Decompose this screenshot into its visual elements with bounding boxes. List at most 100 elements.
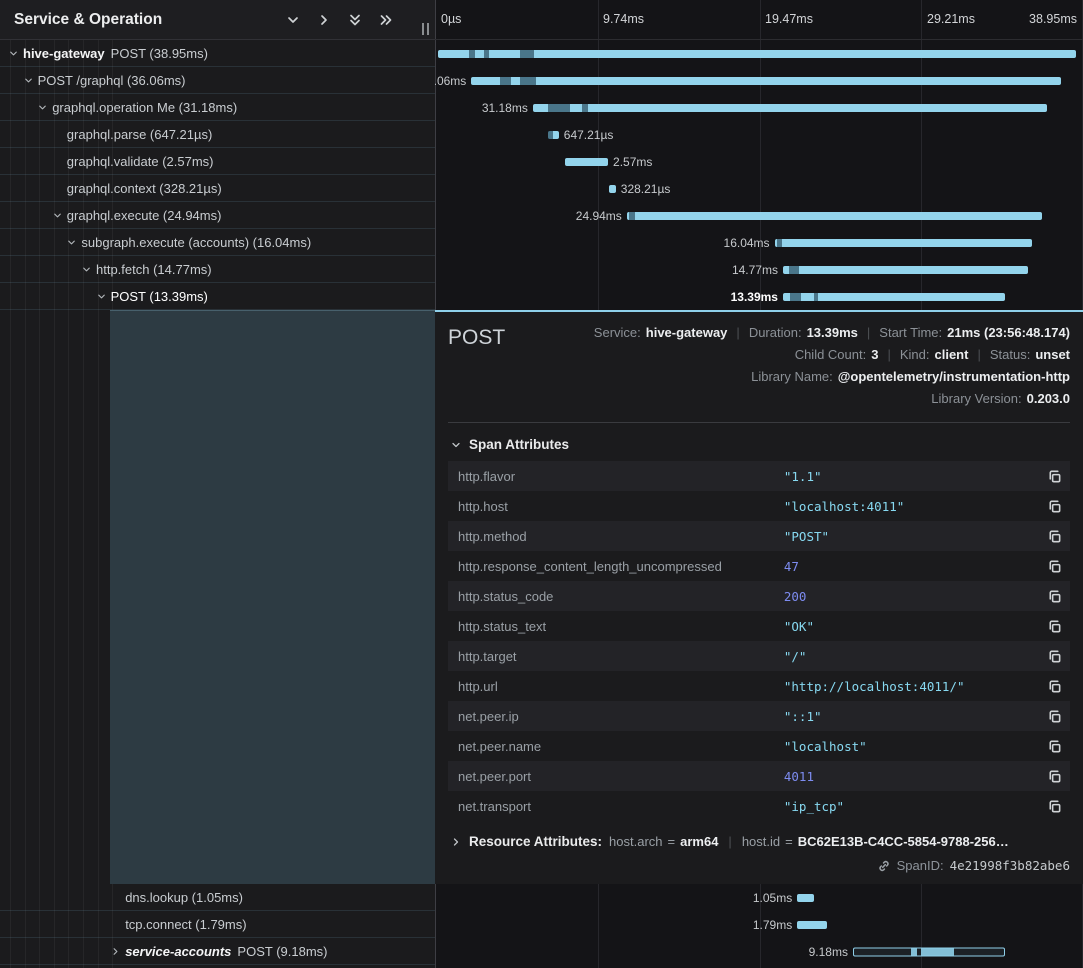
span-duration-bar[interactable]: [609, 185, 615, 193]
copy-icon[interactable]: [1038, 799, 1070, 814]
span-operation-label: POST /graphql (36.06ms): [38, 73, 186, 88]
span-row[interactable]: service-accountsPOST (9.18ms) 9.18ms: [0, 938, 1083, 965]
meta-label: Library Name:: [751, 366, 833, 388]
collapse-chevron-icon[interactable]: [66, 237, 81, 248]
span-row[interactable]: POST /graphql (36.06ms) 36.06ms: [0, 67, 1083, 94]
meta-label: Child Count:: [795, 344, 867, 366]
span-name-cell[interactable]: subgraph.execute (accounts) (16.04ms): [0, 229, 435, 256]
chevron-right-icon[interactable]: [315, 11, 333, 29]
ruler-tick-label: 19.47ms: [765, 12, 813, 26]
span-timeline-cell[interactable]: 13.39ms: [435, 283, 1083, 310]
span-row[interactable]: dns.lookup (1.05ms)1.05ms: [0, 884, 1083, 911]
copy-icon[interactable]: [1038, 619, 1070, 634]
span-name-cell[interactable]: graphql.context (328.21µs): [0, 175, 435, 202]
span-duration-bar[interactable]: [565, 158, 608, 166]
copy-icon[interactable]: [1038, 679, 1070, 694]
span-name-cell[interactable]: POST /graphql (36.06ms): [0, 67, 435, 94]
span-name-cell[interactable]: POST (13.39ms): [0, 283, 435, 310]
span-row[interactable]: graphql.operation Me (31.18ms)31.18ms: [0, 94, 1083, 121]
copy-icon[interactable]: [1038, 499, 1070, 514]
collapse-chevron-icon[interactable]: [81, 264, 96, 275]
bar-duration-label: 9.18ms: [809, 945, 853, 959]
copy-icon[interactable]: [1038, 589, 1070, 604]
collapse-chevron-icon[interactable]: [23, 75, 38, 86]
copy-icon[interactable]: [1038, 769, 1070, 784]
span-duration-bar[interactable]: [627, 212, 1042, 220]
span-timeline-cell[interactable]: 647.21µs: [435, 121, 1083, 148]
span-row[interactable]: POST (13.39ms)13.39ms: [0, 283, 1083, 310]
span-timeline-cell[interactable]: 328.21µs: [435, 175, 1083, 202]
span-timeline-cell[interactable]: 2.57ms: [435, 148, 1083, 175]
span-timeline-cell[interactable]: 31.18ms: [435, 94, 1083, 121]
span-duration-bar[interactable]: [548, 131, 559, 139]
copy-icon[interactable]: [1038, 739, 1070, 754]
double-chevron-down-icon[interactable]: [346, 11, 364, 29]
double-chevron-right-icon[interactable]: [377, 11, 395, 29]
span-attributes-toggle[interactable]: Span Attributes: [450, 437, 1070, 452]
span-service-name: service-accounts: [125, 944, 231, 959]
attribute-value: 200: [784, 589, 1038, 604]
span-timeline-cell[interactable]: 9.18ms: [435, 938, 1083, 965]
copy-icon[interactable]: [1038, 709, 1070, 724]
collapse-chevron-icon[interactable]: [8, 48, 23, 59]
span-row[interactable]: graphql.validate (2.57ms)2.57ms: [0, 148, 1083, 175]
span-row[interactable]: graphql.execute (24.94ms) 24.94ms: [0, 202, 1083, 229]
span-duration-bar[interactable]: [775, 239, 1033, 247]
bar-child-mark: [629, 212, 636, 220]
collapse-chevron-icon[interactable]: [52, 210, 67, 221]
attribute-value: 4011: [784, 769, 1038, 784]
header-icon-group: [284, 11, 395, 29]
span-duration-bar[interactable]: [797, 894, 814, 902]
span-duration-bar[interactable]: [797, 921, 827, 929]
span-row[interactable]: tcp.connect (1.79ms) 1.79ms: [0, 911, 1083, 938]
span-name-cell[interactable]: graphql.validate (2.57ms): [0, 148, 435, 175]
span-duration-bar[interactable]: [853, 947, 1005, 956]
bar-duration-label: 1.79ms: [753, 918, 797, 932]
span-duration-bar[interactable]: [471, 77, 1061, 85]
span-timeline-cell[interactable]: 14.77ms: [435, 256, 1083, 283]
copy-icon[interactable]: [1038, 649, 1070, 664]
resource-attributes-toggle[interactable]: Resource Attributes: host.arch=arm64host…: [450, 834, 1070, 849]
attribute-key: net.transport: [448, 799, 784, 814]
ruler-tick-label: 0µs: [441, 12, 461, 26]
chevron-down-icon[interactable]: [284, 11, 302, 29]
span-name-cell[interactable]: hive-gatewayPOST (38.95ms): [0, 40, 435, 67]
span-name-cell[interactable]: service-accountsPOST (9.18ms): [0, 938, 435, 965]
span-duration-bar[interactable]: [783, 293, 1005, 301]
span-duration-bar[interactable]: [783, 266, 1028, 274]
span-duration-bar[interactable]: [533, 104, 1048, 112]
span-row[interactable]: http.fetch (14.77ms)14.77ms: [0, 256, 1083, 283]
span-row[interactable]: hive-gatewayPOST (38.95ms): [0, 40, 1083, 67]
attribute-key: http.host: [448, 499, 784, 514]
splitter-grip[interactable]: [422, 23, 429, 35]
copy-icon[interactable]: [1038, 469, 1070, 484]
timeline-ruler: 0µs9.74ms19.47ms29.21ms38.95ms: [435, 0, 1083, 40]
span-name-cell[interactable]: dns.lookup (1.05ms): [0, 884, 435, 911]
span-row[interactable]: graphql.context (328.21µs)328.21µs: [0, 175, 1083, 202]
span-name-cell[interactable]: graphql.parse (647.21µs): [0, 121, 435, 148]
span-name-cell[interactable]: http.fetch (14.77ms): [0, 256, 435, 283]
span-timeline-cell[interactable]: 36.06ms: [435, 67, 1083, 94]
chevron-right-icon: [450, 836, 462, 848]
bar-duration-label: 24.94ms: [576, 209, 627, 223]
attribute-key: net.peer.name: [448, 739, 784, 754]
attribute-key: http.url: [448, 679, 784, 694]
span-name-cell[interactable]: tcp.connect (1.79ms): [0, 911, 435, 938]
span-name-cell[interactable]: graphql.operation Me (31.18ms): [0, 94, 435, 121]
bar-duration-label: 36.06ms: [435, 74, 471, 88]
copy-icon[interactable]: [1038, 559, 1070, 574]
span-row[interactable]: subgraph.execute (accounts) (16.04ms)16.…: [0, 229, 1083, 256]
copy-icon[interactable]: [1038, 529, 1070, 544]
span-name-cell[interactable]: graphql.execute (24.94ms): [0, 202, 435, 229]
span-timeline-cell[interactable]: 16.04ms: [435, 229, 1083, 256]
span-row[interactable]: graphql.parse (647.21µs)647.21µs: [0, 121, 1083, 148]
collapse-chevron-icon[interactable]: [37, 102, 52, 113]
span-timeline-cell[interactable]: 24.94ms: [435, 202, 1083, 229]
span-timeline-cell[interactable]: [435, 40, 1083, 67]
span-duration-bar[interactable]: [438, 50, 1076, 58]
span-timeline-cell[interactable]: 1.05ms: [435, 884, 1083, 911]
collapse-chevron-icon[interactable]: [96, 291, 111, 302]
span-attributes-table: http.flavor"1.1"http.host"localhost:4011…: [448, 461, 1070, 821]
span-timeline-cell[interactable]: 1.79ms: [435, 911, 1083, 938]
expand-chevron-icon[interactable]: [110, 946, 125, 957]
